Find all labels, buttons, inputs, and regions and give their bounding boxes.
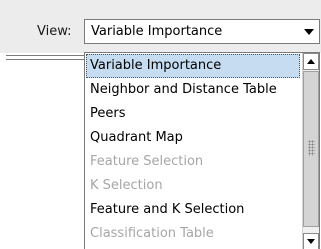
grip-icon bbox=[308, 140, 315, 156]
separator-line bbox=[6, 59, 84, 60]
option-neighbor-and-distance-table[interactable]: Neighbor and Distance Table bbox=[86, 78, 300, 102]
option-classification-table: Classification Table bbox=[90, 226, 214, 241]
scroll-up-arrow-icon bbox=[307, 59, 315, 64]
option-quadrant-map[interactable]: Quadrant Map bbox=[86, 126, 300, 150]
view-select-value: Variable Importance bbox=[91, 24, 223, 39]
scroll-down-arrow-icon bbox=[307, 239, 315, 244]
scroll-down-button[interactable] bbox=[303, 233, 319, 249]
option-variable-importance[interactable]: Variable Importance bbox=[86, 54, 300, 78]
chevron-down-icon[interactable] bbox=[304, 29, 314, 35]
separator-line bbox=[6, 55, 84, 56]
list-scrollbar[interactable] bbox=[302, 53, 319, 249]
scroll-up-button[interactable] bbox=[303, 53, 319, 70]
option-peers[interactable]: Peers bbox=[86, 102, 300, 126]
view-select[interactable]: Variable Importance bbox=[84, 19, 320, 44]
view-options-list[interactable]: Variable Importance Neighbor and Distanc… bbox=[84, 52, 320, 249]
view-label: View: bbox=[37, 24, 72, 39]
option-k-selection: K Selection bbox=[90, 178, 163, 193]
scroll-thumb[interactable] bbox=[303, 71, 319, 227]
option-feature-selection: Feature Selection bbox=[90, 154, 204, 169]
option-feature-and-k-selection[interactable]: Feature and K Selection bbox=[86, 198, 300, 222]
